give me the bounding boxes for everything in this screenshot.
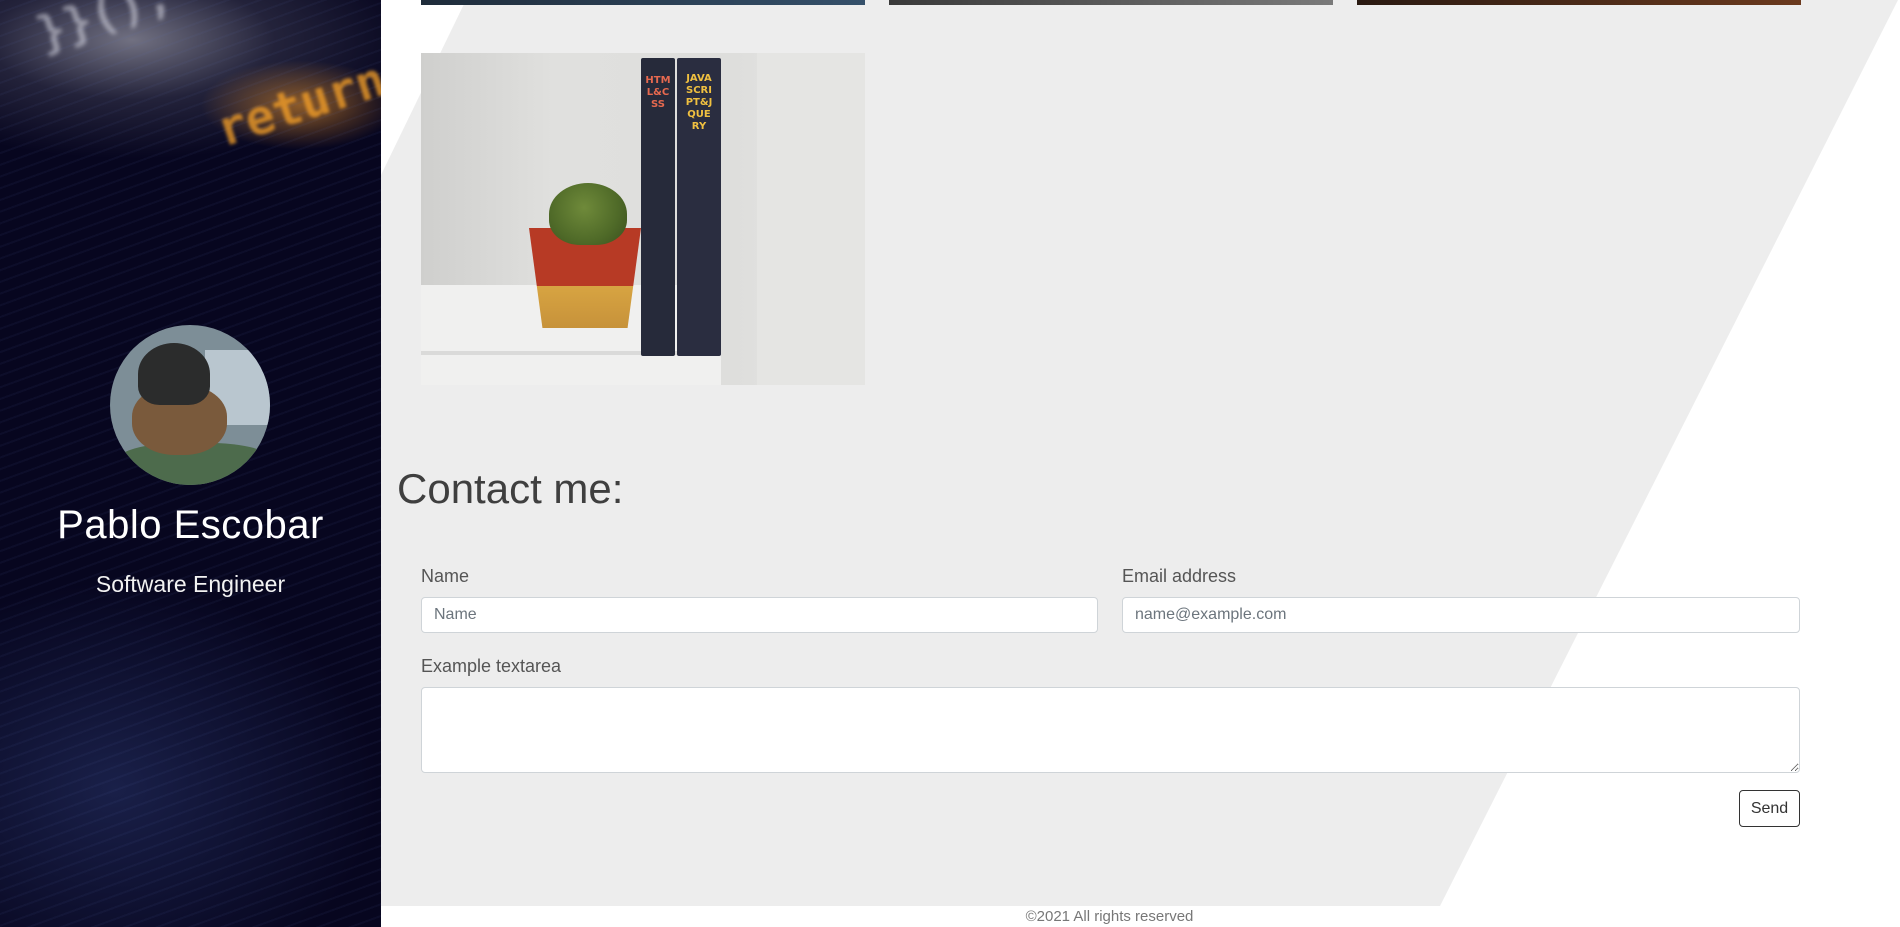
message-label: Example textarea [421, 656, 562, 676]
message-textarea[interactable] [421, 687, 1800, 773]
send-button[interactable]: Send [1739, 790, 1800, 827]
footer-copyright: ©2021 All rights reserved [1025, 908, 1194, 925]
email-input[interactable] [1122, 597, 1800, 633]
portfolio-thumbnail[interactable] [1357, 0, 1801, 5]
portfolio-photo-cactus-books[interactable]: HTML&CSS JAVASCRIPT&JQUERY [421, 53, 865, 385]
photo-cactus [549, 183, 627, 245]
portfolio-thumbnail[interactable] [889, 0, 1333, 5]
photo-shelf-edge [421, 351, 721, 355]
portfolio-thumbnail[interactable] [421, 0, 865, 5]
email-label: Email address [1122, 566, 1237, 586]
contact-title: Contact me: [397, 465, 624, 512]
name-label: Name [421, 566, 470, 586]
photo-book-spine-2: JAVASCRIPT&JQUERY [685, 73, 713, 132]
main-content: HTML&CSS JAVASCRIPT&JQUERY Contact me: N… [0, 0, 1900, 927]
photo-book-spine-1: HTML&CSS [645, 75, 671, 110]
name-input[interactable] [421, 597, 1098, 633]
photo-panel [757, 53, 865, 385]
